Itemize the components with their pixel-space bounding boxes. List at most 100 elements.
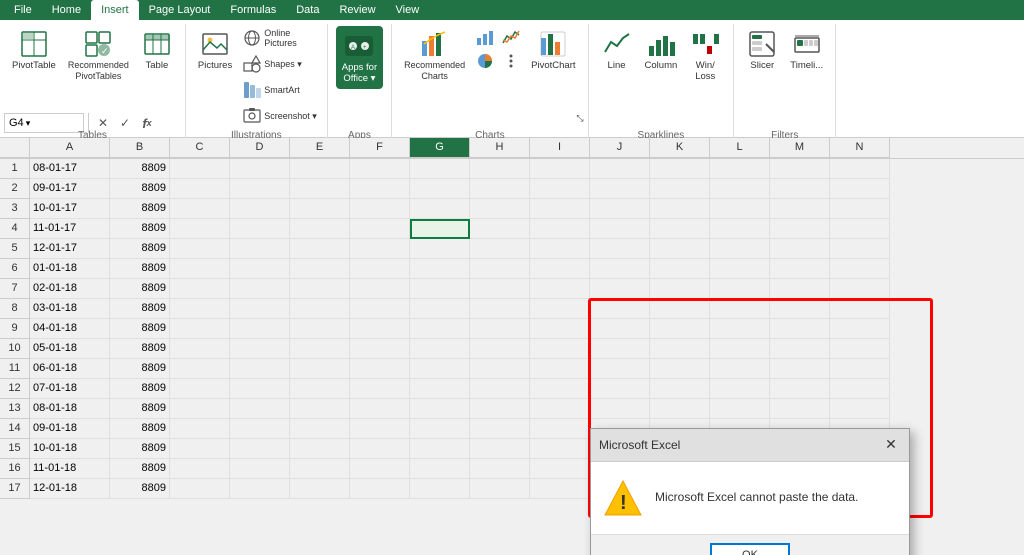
cell-g6[interactable]	[410, 259, 470, 279]
cell-N7[interactable]	[830, 279, 890, 299]
cell-H3[interactable]	[470, 199, 530, 219]
tab-data[interactable]: Data	[286, 0, 329, 20]
cell-L10[interactable]	[710, 339, 770, 359]
cell-F2[interactable]	[350, 179, 410, 199]
col-header-n[interactable]: N	[830, 138, 890, 158]
cell-D2[interactable]	[230, 179, 290, 199]
cell-g5[interactable]	[410, 239, 470, 259]
cell-g7[interactable]	[410, 279, 470, 299]
col-header-k[interactable]: K	[650, 138, 710, 158]
cell-F16[interactable]	[350, 459, 410, 479]
cell-C7[interactable]	[170, 279, 230, 299]
cell-M10[interactable]	[770, 339, 830, 359]
apps-for-office-button[interactable]: A + Apps forOffice ▾	[336, 26, 383, 89]
cell-K10[interactable]	[650, 339, 710, 359]
cell-I17[interactable]	[530, 479, 590, 499]
cell-F7[interactable]	[350, 279, 410, 299]
cell-K1[interactable]	[650, 159, 710, 179]
cell-J1[interactable]	[590, 159, 650, 179]
cell-b5[interactable]: 8809	[110, 239, 170, 259]
cell-N12[interactable]	[830, 379, 890, 399]
cell-D17[interactable]	[230, 479, 290, 499]
cell-E2[interactable]	[290, 179, 350, 199]
cell-C4[interactable]	[170, 219, 230, 239]
cell-b6[interactable]: 8809	[110, 259, 170, 279]
cell-E14[interactable]	[290, 419, 350, 439]
cell-g14[interactable]	[410, 419, 470, 439]
cell-b9[interactable]: 8809	[110, 319, 170, 339]
cell-b11[interactable]: 8809	[110, 359, 170, 379]
cell-E10[interactable]	[290, 339, 350, 359]
cell-J4[interactable]	[590, 219, 650, 239]
cell-b3[interactable]: 8809	[110, 199, 170, 219]
cell-M2[interactable]	[770, 179, 830, 199]
cell-b10[interactable]: 8809	[110, 339, 170, 359]
cell-M11[interactable]	[770, 359, 830, 379]
cell-D4[interactable]	[230, 219, 290, 239]
cell-E7[interactable]	[290, 279, 350, 299]
col-header-h[interactable]: H	[470, 138, 530, 158]
cell-F4[interactable]	[350, 219, 410, 239]
cell-F15[interactable]	[350, 439, 410, 459]
cell-a7[interactable]: 02-01-18	[30, 279, 110, 299]
cell-C16[interactable]	[170, 459, 230, 479]
cell-C13[interactable]	[170, 399, 230, 419]
cell-L3[interactable]	[710, 199, 770, 219]
cell-L12[interactable]	[710, 379, 770, 399]
cell-L8[interactable]	[710, 299, 770, 319]
cell-E3[interactable]	[290, 199, 350, 219]
cell-D3[interactable]	[230, 199, 290, 219]
cell-g13[interactable]	[410, 399, 470, 419]
cell-D15[interactable]	[230, 439, 290, 459]
cell-I3[interactable]	[530, 199, 590, 219]
cell-M5[interactable]	[770, 239, 830, 259]
cell-L4[interactable]	[710, 219, 770, 239]
cell-C14[interactable]	[170, 419, 230, 439]
cell-b12[interactable]: 8809	[110, 379, 170, 399]
timeline-button[interactable]: Timeli...	[786, 26, 827, 73]
cell-I14[interactable]	[530, 419, 590, 439]
tab-home[interactable]: Home	[42, 0, 91, 20]
cell-N11[interactable]	[830, 359, 890, 379]
cell-F14[interactable]	[350, 419, 410, 439]
tab-view[interactable]: View	[386, 0, 430, 20]
pivot-table-button[interactable]: PivotTable	[8, 26, 60, 73]
cell-C2[interactable]	[170, 179, 230, 199]
cell-I7[interactable]	[530, 279, 590, 299]
cell-E4[interactable]	[290, 219, 350, 239]
cell-K2[interactable]	[650, 179, 710, 199]
cell-F10[interactable]	[350, 339, 410, 359]
col-header-m[interactable]: M	[770, 138, 830, 158]
cell-C17[interactable]	[170, 479, 230, 499]
cell-b8[interactable]: 8809	[110, 299, 170, 319]
cell-H2[interactable]	[470, 179, 530, 199]
cell-J6[interactable]	[590, 259, 650, 279]
cell-K8[interactable]	[650, 299, 710, 319]
charts-expand-button[interactable]: ⤡	[574, 112, 585, 125]
cell-K9[interactable]	[650, 319, 710, 339]
smartart-button[interactable]: SmartArt	[240, 78, 319, 102]
cell-F1[interactable]	[350, 159, 410, 179]
online-pictures-button[interactable]: OnlinePictures	[240, 26, 319, 50]
line-sparkline-button[interactable]: Line	[597, 26, 637, 73]
win-loss-button[interactable]: Win/Loss	[685, 26, 725, 85]
cell-J9[interactable]	[590, 319, 650, 339]
cell-D13[interactable]	[230, 399, 290, 419]
cell-I12[interactable]	[530, 379, 590, 399]
cell-E16[interactable]	[290, 459, 350, 479]
cell-L7[interactable]	[710, 279, 770, 299]
tab-file[interactable]: File	[4, 0, 42, 20]
cell-H12[interactable]	[470, 379, 530, 399]
cell-K5[interactable]	[650, 239, 710, 259]
cell-D9[interactable]	[230, 319, 290, 339]
col-header-d[interactable]: D	[230, 138, 290, 158]
cell-F9[interactable]	[350, 319, 410, 339]
col-header-b[interactable]: B	[110, 138, 170, 158]
cell-C8[interactable]	[170, 299, 230, 319]
cell-I13[interactable]	[530, 399, 590, 419]
cell-H14[interactable]	[470, 419, 530, 439]
cell-I5[interactable]	[530, 239, 590, 259]
cell-I6[interactable]	[530, 259, 590, 279]
cell-a11[interactable]: 06-01-18	[30, 359, 110, 379]
cell-I9[interactable]	[530, 319, 590, 339]
